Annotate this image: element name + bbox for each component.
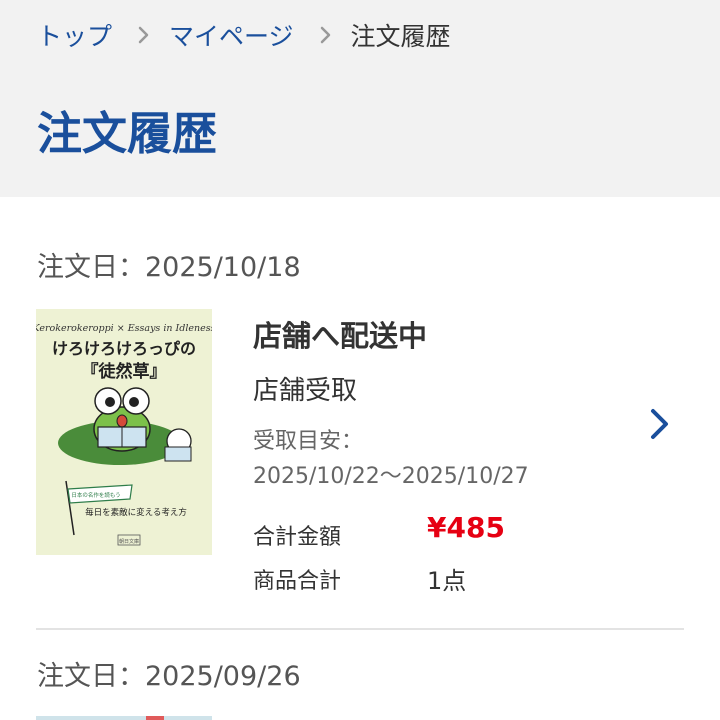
book-subtitle: 毎日を素敵に変える考え方 (85, 507, 187, 518)
book-cover-image: Kerokerokeroppi × Essays in Idleness けろけ… (36, 309, 212, 555)
breadcrumb-current: 注文履歴 (350, 22, 451, 51)
breadcrumb-mypage-link[interactable]: マイページ (169, 17, 294, 53)
item-count-value: 1点 (427, 567, 467, 595)
item-count-label: 商品合計 (253, 569, 342, 594)
order-card[interactable]: Kerokerokeroppi × Essays in Idleness けろけ… (36, 309, 684, 599)
thumbnail-accent (146, 716, 164, 720)
chevron-right-icon (138, 26, 149, 44)
order-date: 注文日：2025/10/18 (37, 252, 301, 283)
order-status: 店舗へ配送中 (253, 319, 428, 353)
total-price: ¥485 (427, 511, 505, 544)
total-label: 合計金額 (253, 525, 342, 550)
eta-label: 受取目安： (253, 429, 364, 454)
chevron-right-icon (320, 26, 331, 44)
book-top-line: Kerokerokeroppi × Essays in Idleness (36, 323, 212, 334)
chevron-right-icon[interactable] (648, 407, 672, 441)
book-publisher: 朝日文庫 (119, 538, 139, 545)
order-date: 注文日：2025/09/26 (37, 661, 301, 692)
page-title: 注文履歴 (37, 107, 218, 160)
page-header: トップ マイページ 注文履歴 注文履歴 (0, 0, 720, 197)
book-flag-text: 日本の名作を読もう (71, 491, 120, 499)
book-title-line2: 『徒然草』 (82, 361, 167, 382)
delivery-method: 店舗受取 (253, 376, 358, 406)
book-title-line1: けろけろけろっぴの (52, 339, 196, 358)
product-thumbnail[interactable] (36, 716, 212, 720)
breadcrumb-top-link[interactable]: トップ (37, 17, 112, 53)
eta-value: 2025/10/22〜2025/10/27 (253, 464, 529, 489)
breadcrumb: トップ マイページ 注文履歴 (37, 17, 451, 53)
product-thumbnail[interactable]: Kerokerokeroppi × Essays in Idleness けろけ… (36, 309, 212, 555)
divider (36, 628, 684, 630)
